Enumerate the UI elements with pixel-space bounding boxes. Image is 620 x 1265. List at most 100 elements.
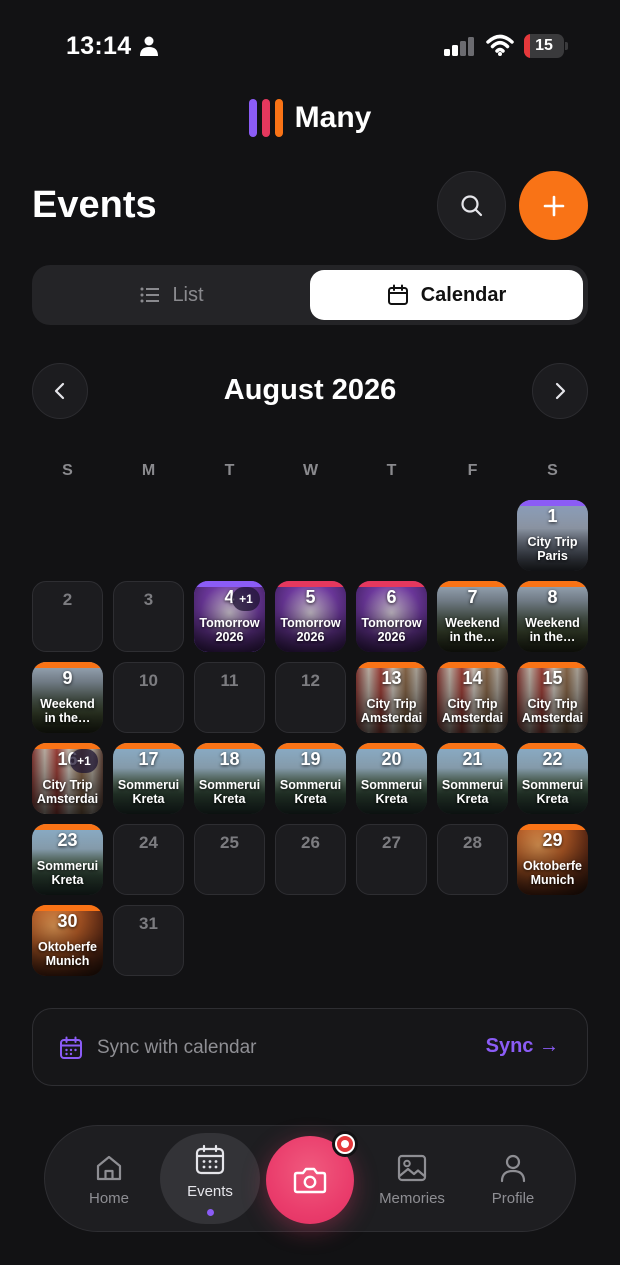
search-button[interactable] (437, 171, 506, 240)
nav-profile-label: Profile (491, 1190, 535, 1207)
tab-list[interactable]: List (37, 270, 307, 320)
cellular-signal-icon (444, 37, 474, 56)
nav-home[interactable]: Home (64, 1126, 154, 1233)
day-number: 25 (220, 833, 239, 852)
sync-label: Sync with calendar (97, 1037, 257, 1058)
calendar-day-29[interactable]: 29 Oktoberfe Munich (517, 824, 588, 895)
calendar-day-17[interactable]: 17 Sommerui Kreta (113, 743, 184, 814)
calendar-day-11[interactable]: 11 (194, 662, 265, 733)
day-number: 28 (463, 833, 482, 852)
previous-month-button[interactable] (32, 363, 88, 419)
event-label: Weekend in the… (40, 697, 95, 725)
calendar-day-27[interactable]: 27 (356, 824, 427, 895)
event-label: City Trip Paris (527, 535, 578, 563)
day-number: 6 (386, 587, 397, 607)
page-title: Events (32, 184, 157, 226)
day-number: 13 (381, 668, 402, 688)
person-icon (140, 36, 158, 56)
calendar-day-4[interactable]: 4 Tomorrow 2026 +1 (194, 581, 265, 652)
event-label: Weekend in the… (525, 616, 580, 644)
day-number: 17 (138, 749, 159, 769)
calendar-sync-bar: Sync with calendar Sync → (32, 1008, 588, 1086)
day-number: 29 (542, 830, 563, 850)
calendar-day-31[interactable]: 31 (113, 905, 184, 976)
status-time: 13:14 (66, 32, 132, 60)
calendar-day-25[interactable]: 25 (194, 824, 265, 895)
calendar-day-28[interactable]: 28 (437, 824, 508, 895)
calendar-day-18[interactable]: 18 Sommerui Kreta (194, 743, 265, 814)
event-label: Tomorrow 2026 (199, 616, 260, 644)
day-number: 9 (62, 668, 73, 688)
add-event-button[interactable] (519, 171, 588, 240)
day-number: 24 (139, 833, 158, 852)
view-toggle: List Calendar (32, 265, 588, 325)
calendar-day-16[interactable]: 16 City Trip Amsterdai +1 (32, 743, 103, 814)
event-label: Tomorrow 2026 (280, 616, 341, 644)
app-logo: Many (0, 98, 620, 138)
tab-calendar[interactable]: Calendar (310, 270, 583, 320)
calendar-day-6[interactable]: 6 Tomorrow 2026 (356, 581, 427, 652)
tab-calendar-label: Calendar (420, 283, 507, 306)
day-number: 19 (300, 749, 321, 769)
calendar-day-8[interactable]: 8 Weekend in the… (517, 581, 588, 652)
app-name: Many (294, 101, 372, 134)
calendar-day-21[interactable]: 21 Sommerui Kreta (437, 743, 508, 814)
day-number: 2 (62, 590, 73, 609)
more-events-badge: +1 (232, 587, 260, 611)
calendar-day-20[interactable]: 20 Sommerui Kreta (356, 743, 427, 814)
calendar-day-12[interactable]: 12 (275, 662, 346, 733)
weekday-label: S (62, 462, 73, 479)
calendar-day-23[interactable]: 23 Sommerui Kreta (32, 824, 103, 895)
calendar-day-10[interactable]: 10 (113, 662, 184, 733)
weekday-label: M (141, 462, 156, 479)
calendar-icon (195, 1144, 225, 1175)
plus-icon (543, 195, 564, 216)
nav-events[interactable]: Events (160, 1133, 260, 1224)
status-bar: 13:14 15 (0, 30, 620, 64)
calendar-day-5[interactable]: 5 Tomorrow 2026 (275, 581, 346, 652)
nav-memories-label: Memories (379, 1190, 445, 1207)
calendar-day-15[interactable]: 15 City Trip Amsterdai (517, 662, 588, 733)
camera-icon (293, 1167, 327, 1194)
nav-events-label: Events (187, 1183, 233, 1200)
day-number: 20 (381, 749, 402, 769)
image-icon (397, 1154, 427, 1182)
list-icon (140, 287, 160, 303)
nav-memories[interactable]: Memories (367, 1126, 457, 1233)
home-icon (96, 1155, 122, 1181)
calendar-day-7[interactable]: 7 Weekend in the… (437, 581, 508, 652)
battery-icon: 15 (524, 34, 568, 58)
logo-mark (248, 99, 283, 137)
nav-home-label: Home (88, 1190, 129, 1207)
month-title: August 2026 (223, 374, 397, 406)
calendar-day-30[interactable]: 30 Oktoberfe Munich (32, 905, 103, 976)
search-icon (460, 194, 482, 216)
tab-list-label: List (172, 283, 204, 306)
calendar-day-24[interactable]: 24 (113, 824, 184, 895)
event-label: City Trip Amsterdai (441, 697, 504, 725)
weekday-label: T (224, 462, 235, 479)
event-label: Sommerui Kreta (360, 778, 423, 806)
weekday-label: W (302, 462, 319, 479)
calendar-day-2[interactable]: 2 (32, 581, 103, 652)
nav-profile[interactable]: Profile (468, 1126, 558, 1233)
calendar-day-22[interactable]: 22 Sommerui Kreta (517, 743, 588, 814)
sync-button[interactable]: Sync → (486, 1035, 559, 1058)
event-label: Sommerui Kreta (117, 778, 180, 806)
calendar-day-26[interactable]: 26 (275, 824, 346, 895)
day-number: 18 (219, 749, 240, 769)
next-month-button[interactable] (532, 363, 588, 419)
event-label: Sommerui Kreta (36, 859, 99, 887)
day-number: 22 (542, 749, 563, 769)
calendar-day-19[interactable]: 19 Sommerui Kreta (275, 743, 346, 814)
calendar-day-14[interactable]: 14 City Trip Amsterdai (437, 662, 508, 733)
arrow-right-icon: → (539, 1035, 559, 1057)
day-number: 8 (547, 587, 558, 607)
day-number: 7 (467, 587, 478, 607)
calendar-day-9[interactable]: 9 Weekend in the… (32, 662, 103, 733)
weekday-label: S (547, 462, 558, 479)
more-events-badge: +1 (70, 749, 98, 773)
calendar-day-1[interactable]: 1 City Trip Paris (517, 500, 588, 571)
calendar-day-13[interactable]: 13 City Trip Amsterdai (356, 662, 427, 733)
calendar-day-3[interactable]: 3 (113, 581, 184, 652)
